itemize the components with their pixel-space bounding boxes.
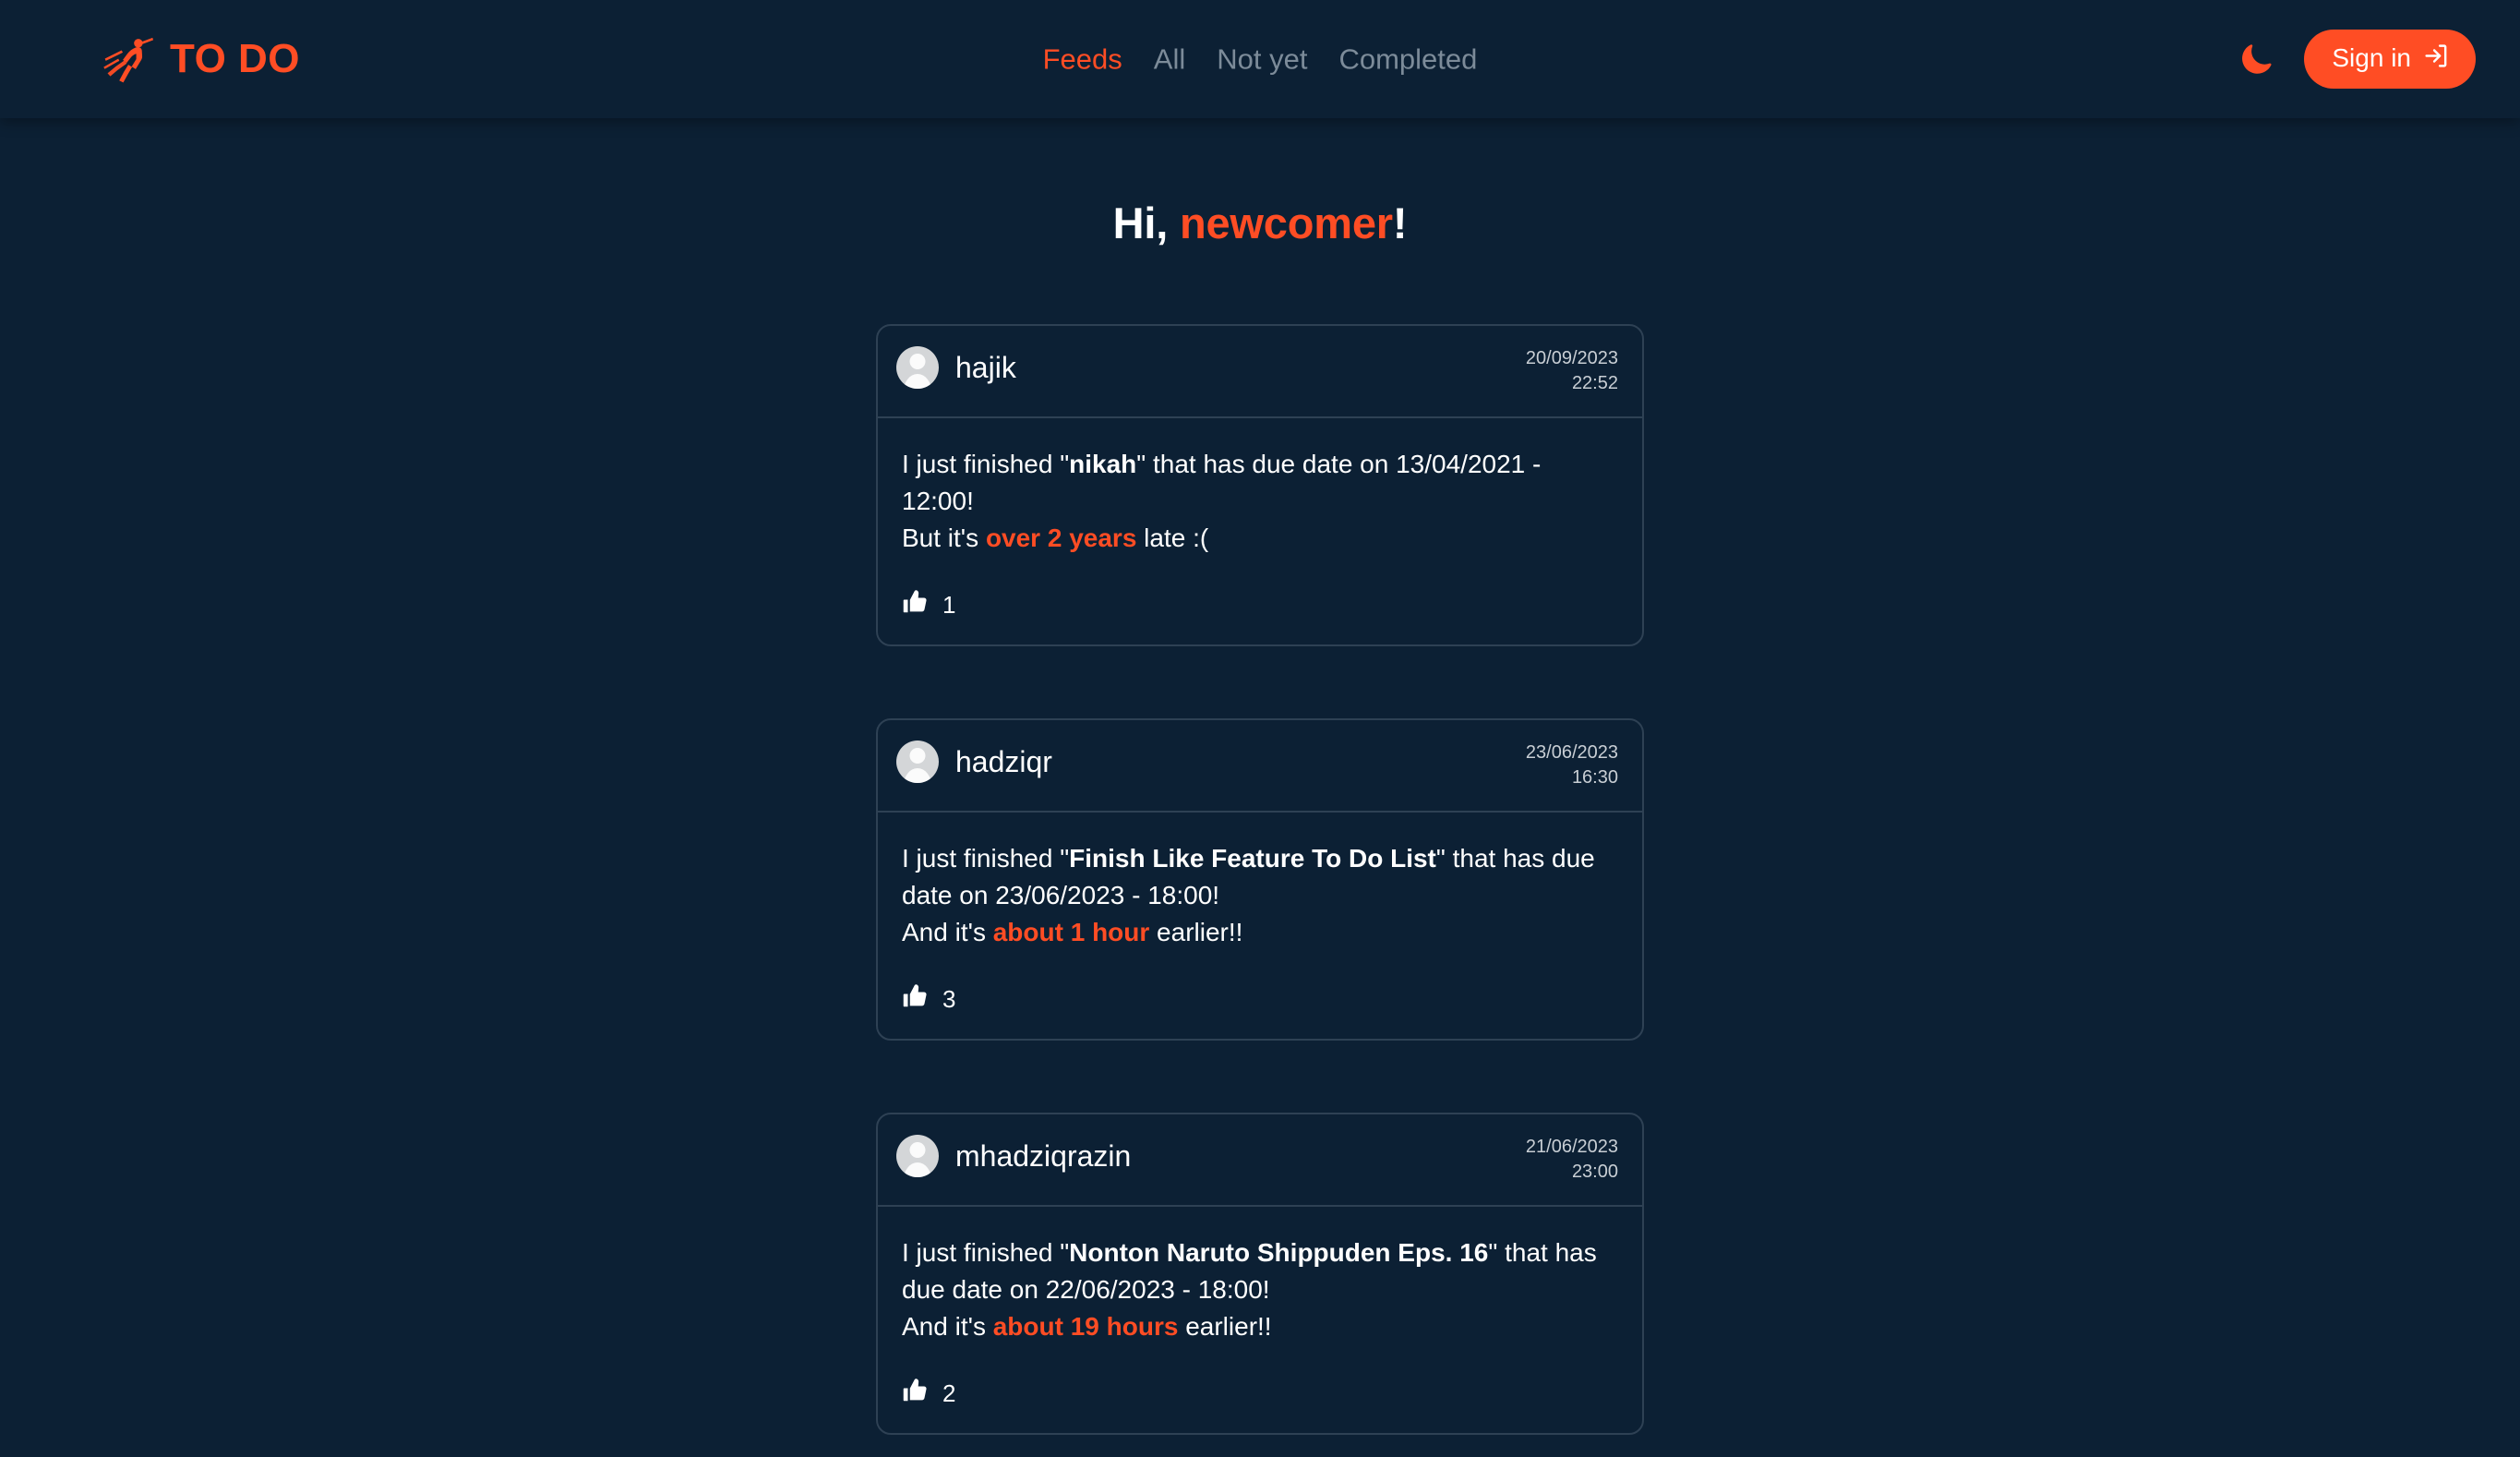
- like-button[interactable]: 1: [902, 588, 955, 620]
- feed-due-suffix: !: [1212, 881, 1220, 910]
- feed-delta-suffix: late :(: [1136, 524, 1209, 553]
- feed-card-body: I just finished "Nonton Naruto Shippuden…: [878, 1207, 1642, 1433]
- feed-text-prefix: I just finished ": [902, 450, 1070, 478]
- main-nav: Feeds All Not yet Completed: [1043, 45, 1478, 74]
- brand-logo[interactable]: TO DO: [102, 32, 300, 86]
- feed-card-body: I just finished "nikah" that has due dat…: [878, 418, 1642, 644]
- feed-delta-lead: But it's: [902, 524, 986, 553]
- feed-timestamp: 21/06/2023 23:00: [1526, 1135, 1618, 1185]
- feed-author: hajik: [896, 346, 1016, 389]
- feed-due-prefix: " that has due date on: [1136, 450, 1397, 478]
- avatar: [896, 741, 939, 784]
- feed-delta-lead: And it's: [902, 1312, 993, 1342]
- feed-delta: over 2 years: [985, 524, 1137, 553]
- feed-time: 23:00: [1571, 1162, 1618, 1183]
- greeting-prefix: Hi,: [1112, 199, 1180, 247]
- feed-timestamp: 20/09/2023 22:52: [1526, 346, 1618, 396]
- feed-task-title: Finish Like Feature To Do List: [1069, 844, 1436, 873]
- feed-due: 23/06/2023 - 18:00: [995, 881, 1213, 910]
- sign-in-label: Sign in: [2332, 43, 2411, 72]
- header-actions: Sign in: [2236, 30, 2476, 89]
- greeting-username: newcomer: [1179, 199, 1393, 247]
- author-name: hajik: [955, 351, 1016, 384]
- feed-list: hajik 20/09/2023 22:52 I just finished "…: [876, 324, 1644, 1436]
- avatar: [896, 1135, 939, 1178]
- feed-card-header: hajik 20/09/2023 22:52: [878, 326, 1642, 418]
- running-man-icon: [102, 32, 155, 86]
- nav-item-feeds[interactable]: Feeds: [1043, 45, 1122, 74]
- author-name: hadziqr: [955, 745, 1052, 779]
- feed-card: hadziqr 23/06/2023 16:30 I just finished…: [876, 718, 1644, 1042]
- feed-date: 20/09/2023: [1525, 348, 1618, 368]
- feed-text: I just finished "Nonton Naruto Shippuden…: [902, 1234, 1618, 1345]
- feed-timestamp: 23/06/2023 16:30: [1526, 741, 1618, 790]
- brand-title: TO DO: [170, 36, 301, 81]
- feed-time: 16:30: [1571, 767, 1618, 789]
- nav-item-completed[interactable]: Completed: [1338, 45, 1477, 74]
- feed-card: hajik 20/09/2023 22:52 I just finished "…: [876, 324, 1644, 647]
- avatar: [896, 346, 939, 389]
- feed-author: hadziqr: [896, 741, 1052, 784]
- nav-item-all[interactable]: All: [1154, 45, 1185, 74]
- feed-delta-suffix: earlier!!: [1149, 918, 1243, 947]
- feed-text: I just finished "nikah" that has due dat…: [902, 446, 1618, 557]
- feed-delta-lead: And it's: [902, 918, 993, 947]
- site-header: TO DO Feeds All Not yet Completed Sign i…: [0, 0, 2520, 118]
- feed-author: mhadziqrazin: [896, 1135, 1132, 1178]
- feed-card-header: hadziqr 23/06/2023 16:30: [878, 720, 1642, 813]
- feed-delta: about 19 hours: [992, 1312, 1179, 1342]
- nav-item-not-yet[interactable]: Not yet: [1217, 45, 1307, 74]
- feed-time: 22:52: [1571, 373, 1618, 393]
- feed-text-prefix: I just finished ": [902, 844, 1070, 873]
- author-name: mhadziqrazin: [955, 1139, 1132, 1174]
- moon-icon: [2238, 40, 2275, 79]
- feed-date: 23/06/2023: [1525, 742, 1618, 764]
- feed-card: mhadziqrazin 21/06/2023 23:00 I just fin…: [876, 1113, 1644, 1436]
- feed-card-header: mhadziqrazin 21/06/2023 23:00: [878, 1114, 1642, 1208]
- page-title: Hi, newcomer!: [0, 201, 2520, 245]
- feed-date: 21/06/2023: [1525, 1137, 1618, 1158]
- sign-in-button[interactable]: Sign in: [2304, 30, 2476, 89]
- thumbs-up-icon: [902, 1377, 930, 1409]
- login-arrow-icon: [2423, 42, 2450, 74]
- like-button[interactable]: 3: [902, 982, 955, 1015]
- dark-mode-toggle[interactable]: [2236, 38, 2278, 80]
- like-count: 2: [942, 1379, 956, 1407]
- like-count: 1: [942, 590, 956, 619]
- feed-delta: about 1 hour: [992, 918, 1150, 947]
- like-count: 3: [942, 984, 956, 1013]
- feed-due: 22/06/2023 - 18:00: [1045, 1275, 1263, 1305]
- feed-card-body: I just finished "Finish Like Feature To …: [878, 813, 1642, 1039]
- feed-due-suffix: !: [966, 487, 974, 516]
- feed-text: I just finished "Finish Like Feature To …: [902, 840, 1618, 951]
- thumbs-up-icon: [902, 982, 930, 1015]
- greeting-suffix: !: [1392, 199, 1408, 247]
- feed-task-title: Nonton Naruto Shippuden Eps. 16: [1069, 1238, 1489, 1268]
- feed-task-title: nikah: [1069, 450, 1137, 478]
- like-button[interactable]: 2: [902, 1377, 955, 1409]
- feed-text-prefix: I just finished ": [902, 1238, 1070, 1268]
- thumbs-up-icon: [902, 588, 930, 620]
- feed-due-suffix: !: [1262, 1275, 1270, 1305]
- page-main: Hi, newcomer! hajik 20/09/2023 22:52 I j…: [0, 118, 2520, 1457]
- feed-delta-suffix: earlier!!: [1178, 1312, 1272, 1342]
